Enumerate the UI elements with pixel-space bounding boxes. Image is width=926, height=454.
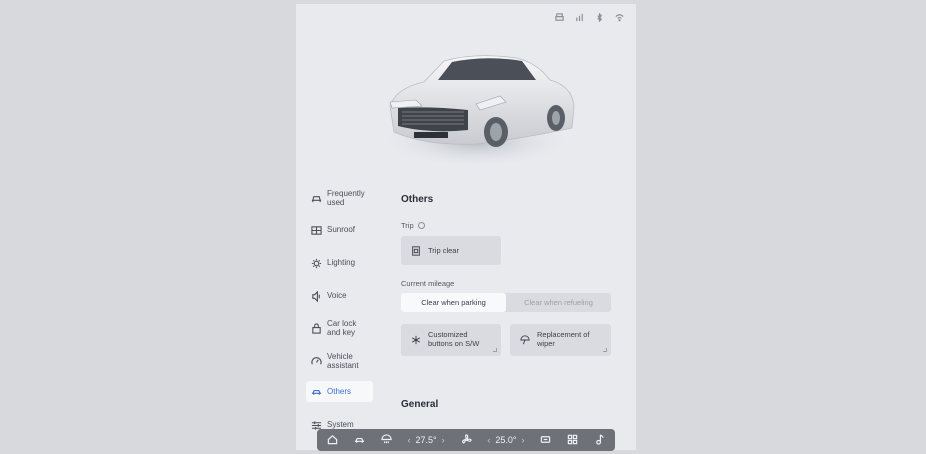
home-icon[interactable]	[327, 434, 338, 447]
car-icon	[311, 390, 322, 395]
sidebar-item-label: Frequently used	[327, 188, 365, 207]
apps-grid-icon[interactable]	[567, 434, 578, 447]
section-title-general: General	[401, 399, 439, 410]
expand-corner-icon	[493, 348, 497, 352]
left-temp-up-button[interactable]: ›	[442, 435, 445, 445]
lighting-icon	[311, 258, 322, 268]
sidebar-item-label: Voice	[327, 291, 347, 301]
section-title-others: Others	[401, 194, 434, 205]
sidebar-item-others[interactable]: Others	[306, 381, 373, 402]
trip-label: Trip	[401, 221, 414, 230]
expand-corner-icon	[603, 348, 607, 352]
wiper-label: Replacement of wiper	[537, 330, 590, 348]
right-temp-down-button[interactable]: ‹	[487, 435, 490, 445]
wifi-icon	[614, 12, 624, 22]
sidebar-item-lighting[interactable]: Lighting	[306, 255, 360, 271]
fan-icon[interactable]	[461, 433, 472, 447]
bottom-dock: ‹ 27.5° › ‹ 25.0° ›	[317, 429, 615, 451]
sunroof-icon	[311, 225, 322, 235]
gauge-icon	[311, 356, 322, 364]
defrost-icon[interactable]	[381, 433, 392, 447]
wiper-icon	[520, 335, 530, 345]
settings-panel: Frequently used Sunroof Lighting Voice C…	[296, 4, 636, 450]
trip-clear-button[interactable]: Trip clear	[401, 236, 501, 265]
sidebar-item-label: Lighting	[327, 258, 356, 268]
wiper-replacement-card[interactable]: Replacement of wiper	[510, 324, 611, 356]
car-seat-icon	[311, 195, 322, 202]
option-clear-when-refueling[interactable]: Clear when refueling	[506, 293, 611, 312]
voice-icon	[312, 290, 320, 302]
status-bar	[554, 12, 624, 22]
sidebar-item-voice[interactable]: Voice	[306, 288, 352, 304]
music-icon[interactable]	[594, 433, 605, 447]
left-temp-control: ‹ 27.5° ›	[408, 435, 445, 445]
printer-icon	[554, 12, 564, 22]
car-image	[376, 46, 591, 176]
sidebar-item-label: Vehicle assistant	[327, 351, 359, 370]
trip-counter-icon	[412, 245, 420, 256]
sidebar-item-vehicle-assistant[interactable]: Vehicle assistant	[306, 349, 372, 373]
asterisk-icon	[412, 335, 420, 345]
right-temp-up-button[interactable]: ›	[521, 435, 524, 445]
left-temp-value: 27.5°	[415, 435, 437, 445]
sidebar-item-label: Sunroof	[327, 225, 356, 235]
sidebar-item-label: Car lock and key	[327, 318, 357, 337]
customized-buttons-card[interactable]: Customized buttons on S/W	[401, 324, 501, 356]
sidebar-item-car-lock[interactable]: Car lock and key	[306, 316, 368, 340]
bluetooth-icon	[594, 12, 604, 22]
left-temp-down-button[interactable]: ‹	[408, 435, 411, 445]
signal-icon	[574, 12, 584, 22]
seat-heat-icon[interactable]	[540, 434, 551, 447]
sidebar-item-label: Others	[327, 386, 352, 396]
sidebar-item-sunroof[interactable]: Sunroof	[306, 222, 360, 238]
mileage-label: Current mileage	[401, 279, 455, 288]
trip-label-row: Trip	[401, 221, 425, 230]
option-clear-when-parking[interactable]: Clear when parking	[401, 293, 506, 312]
car-icon[interactable]	[354, 434, 365, 447]
info-icon[interactable]	[417, 222, 425, 229]
lock-icon	[312, 322, 321, 334]
trip-clear-label: Trip clear	[428, 246, 459, 255]
right-temp-control: ‹ 25.0° ›	[487, 435, 524, 445]
right-temp-value: 25.0°	[495, 435, 517, 445]
mileage-segmented-control: Clear when parking Clear when refueling	[401, 293, 611, 312]
sidebar-item-frequently-used[interactable]: Frequently used	[306, 186, 374, 210]
customized-buttons-label: Customized buttons on S/W	[428, 330, 480, 348]
